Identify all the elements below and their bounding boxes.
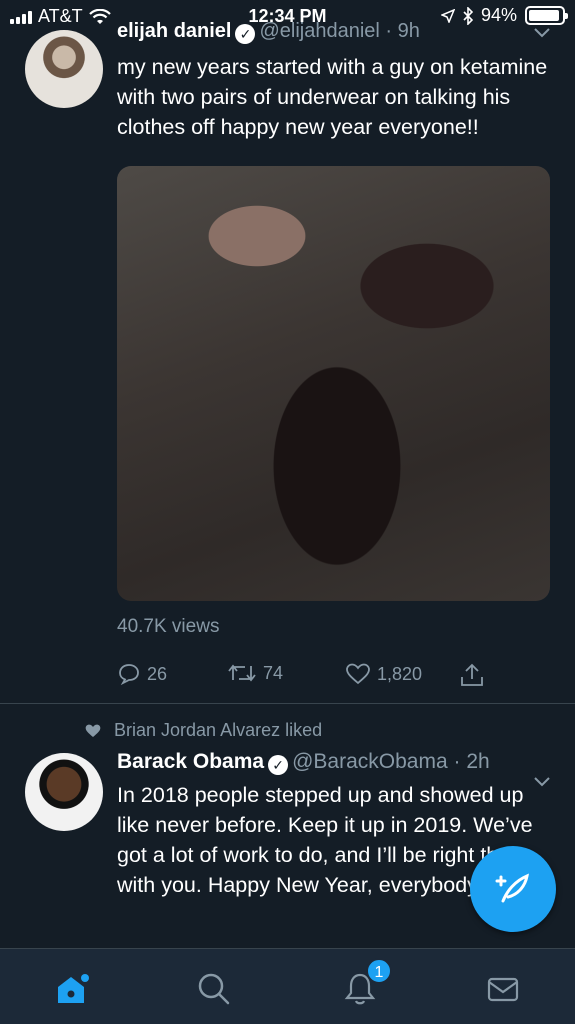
search-icon [198,973,230,1005]
tweet-time: 9h [397,20,420,42]
author-handle[interactable]: @BarackObama [292,750,448,773]
author-name[interactable]: elijah daniel [117,20,231,42]
tab-bar [0,948,575,1024]
reply-icon [119,664,139,686]
avatar[interactable] [25,753,103,831]
like-count: 1,820 [377,663,423,684]
reply-count: 26 [147,663,168,684]
mail-icon [487,977,519,1002]
heart-icon [346,663,370,685]
author-name[interactable]: Barack Obama [117,750,264,773]
tweet-video[interactable] [117,166,550,601]
social-context[interactable]: Brian Jordan Alvarez liked [84,720,322,741]
tab-messages[interactable] [483,969,523,1009]
chevron-down-icon[interactable] [533,26,551,38]
view-count: 40.7K views [117,616,220,637]
avatar[interactable] [25,30,103,108]
home-icon [58,974,89,1003]
verified-icon: ✓ [268,755,289,775]
heart-icon [85,724,101,737]
tweet-actions: 26 74 1,820 [117,662,487,692]
share-button[interactable] [459,662,485,688]
tweet-header: Barack Obama ✓ @BarackObama · 2h [117,750,490,775]
liked-by-label: Brian Jordan Alvarez liked [114,720,323,740]
verified-icon: ✓ [235,24,256,44]
compose-feather-icon [495,873,529,903]
reply-button[interactable]: 26 [117,662,167,686]
share-icon [461,663,483,686]
tab-search[interactable] [194,969,234,1009]
retweet-count: 74 [263,662,284,683]
retweet-icon [228,664,256,682]
tweet-time: 2h [466,750,490,773]
tweet-header: elijah daniel ✓ @elijahdaniel · 9h [117,20,420,44]
notification-badge: 1 [366,958,392,984]
compose-tweet-button[interactable] [470,846,556,932]
tab-home[interactable] [52,969,92,1009]
like-button[interactable]: 1,820 [345,662,422,686]
tweet-divider [0,703,575,704]
retweet-button[interactable]: 74 [227,662,283,684]
tweet-text: my new years started with a guy on ketam… [117,55,548,139]
author-handle[interactable]: @elijahdaniel [259,20,379,42]
